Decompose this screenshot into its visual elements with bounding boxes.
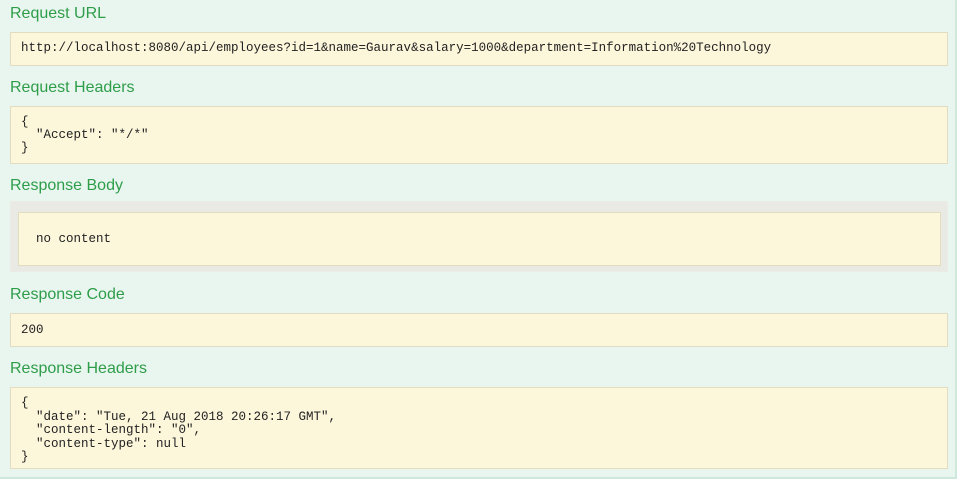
response-headers-value[interactable]: { "date": "Tue, 21 Aug 2018 20:26:17 GMT… bbox=[10, 387, 948, 469]
response-body-container: no content bbox=[10, 201, 948, 272]
request-url-value[interactable]: http://localhost:8080/api/employees?id=1… bbox=[10, 32, 948, 66]
response-code-heading: Response Code bbox=[10, 286, 125, 303]
response-body-heading: Response Body bbox=[10, 177, 123, 194]
response-code-value[interactable]: 200 bbox=[10, 313, 948, 347]
request-url-heading: Request URL bbox=[10, 5, 107, 22]
request-headers-heading: Request Headers bbox=[10, 79, 135, 96]
request-headers-value[interactable]: { "Accept": "*/*" } bbox=[10, 106, 948, 164]
response-body-value[interactable]: no content bbox=[18, 212, 941, 266]
response-panel: Request URL http://localhost:8080/api/em… bbox=[0, 0, 957, 479]
response-headers-heading: Response Headers bbox=[10, 360, 147, 377]
